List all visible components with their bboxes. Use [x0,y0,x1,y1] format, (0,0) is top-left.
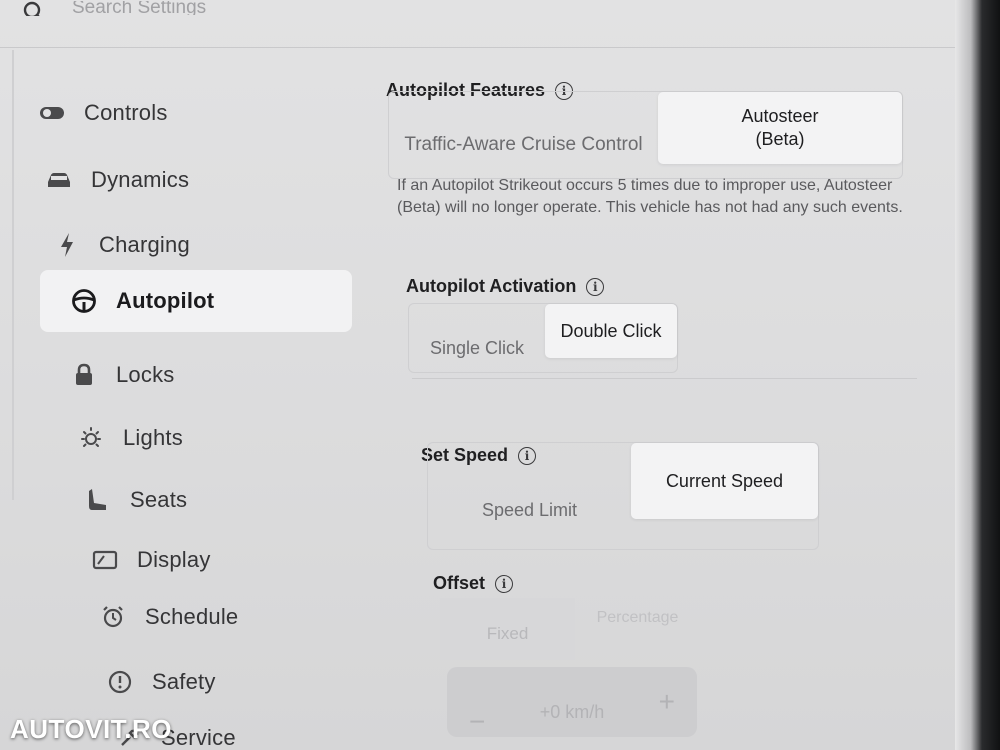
option-double-click[interactable]: Double Click [545,304,677,358]
option-label: Single Click [429,337,525,358]
sidebar-item-seats[interactable]: Seats [84,480,187,520]
sidebar-item-label: Locks [116,362,175,387]
sidebar-item-safety[interactable]: Safety [106,662,216,702]
sidebar-item-schedule[interactable]: Schedule [99,597,238,637]
sidebar-item-locks[interactable]: Locks [70,355,174,395]
increment-button[interactable]: + [659,686,675,718]
top-bar: Search Settings [0,0,975,48]
autopilot-strikeout-description: If an Autopilot Strikeout occurs 5 times… [397,177,903,216]
sidebar-item-controls[interactable]: Controls [38,93,168,133]
offset-segmented-control: Fixed Percentage [440,598,700,660]
section-title: Autopilot Activation [406,276,577,296]
sidebar-item-label: Seats [130,487,188,512]
sidebar-item-label: Safety [152,669,216,694]
scroll-edge [0,50,14,500]
option-label: Traffic-Aware Cruise Control [404,133,643,155]
option-fixed[interactable]: Fixed [440,598,575,660]
lock-icon [70,362,98,388]
info-icon[interactable]: i [495,574,514,593]
sidebar-item-dynamics[interactable]: Dynamics [45,160,189,200]
search-icon[interactable] [22,0,46,16]
search-input[interactable]: Search Settings [72,1,206,15]
alarm-clock-icon [99,604,127,630]
option-label: Double Click [560,320,662,341]
option-traffic-aware-cruise-control[interactable]: Traffic-Aware Cruise Control [389,92,658,178]
option-single-click[interactable]: Single Click [409,304,545,372]
sidebar-item-label: Lights [123,425,183,450]
watermark-logo: AUTOVIT.RO [10,714,172,744]
settings-screen: Search Settings Controls Dynamics Chargi… [0,0,975,750]
option-label: Speed Limit [481,499,577,520]
section-title: Offset [433,573,486,593]
sidebar-item-label: Autopilot [116,288,215,313]
warning-circle-icon [106,669,134,695]
option-label: Percentage [596,609,679,626]
decrement-button[interactable]: − [469,706,485,738]
set-speed-segmented-control: Speed Limit Current Speed [427,442,819,550]
autopilot-activation-heading: Autopilot Activation i [406,276,605,297]
offset-stepper: − +0 km/h + [447,667,697,737]
toggle-icon [38,100,66,126]
option-speed-limit[interactable]: Speed Limit [428,443,631,549]
info-icon[interactable]: i [586,277,605,296]
option-percentage[interactable]: Percentage [575,598,700,638]
sidebar-item-label: Display [137,547,211,572]
sidebar-item-label: Controls [84,100,168,125]
option-label: Fixed [486,624,529,643]
offset-heading: Offset i [433,573,514,594]
car-icon [45,167,73,193]
sidebar-item-charging[interactable]: Charging [53,225,190,265]
sidebar-item-label: Service [161,725,236,750]
seat-icon [84,487,112,513]
screen-bezel [955,0,1000,750]
sidebar-item-display[interactable]: Display [91,540,211,580]
option-autosteer-beta[interactable]: Autosteer (Beta) [657,92,902,164]
option-label: Current Speed [665,470,784,491]
divider [412,378,917,379]
display-icon [91,547,119,573]
sidebar-item-label: Dynamics [91,167,190,192]
sun-icon [77,425,105,451]
steering-wheel-icon [70,288,98,314]
option-label: Autosteer (Beta) [741,106,819,149]
offset-value: +0 km/h [539,701,605,722]
sidebar-item-autopilot[interactable]: Autopilot [40,270,352,332]
sidebar-item-label: Charging [99,232,190,257]
autopilot-activation-segmented-control: Single Click Double Click [408,303,678,373]
bolt-icon [53,232,81,258]
option-current-speed[interactable]: Current Speed [630,443,818,519]
sidebar-item-lights[interactable]: Lights [77,418,183,458]
autopilot-features-segmented-control: Traffic-Aware Cruise Control Autosteer (… [388,91,903,179]
sidebar-item-label: Schedule [145,604,239,629]
